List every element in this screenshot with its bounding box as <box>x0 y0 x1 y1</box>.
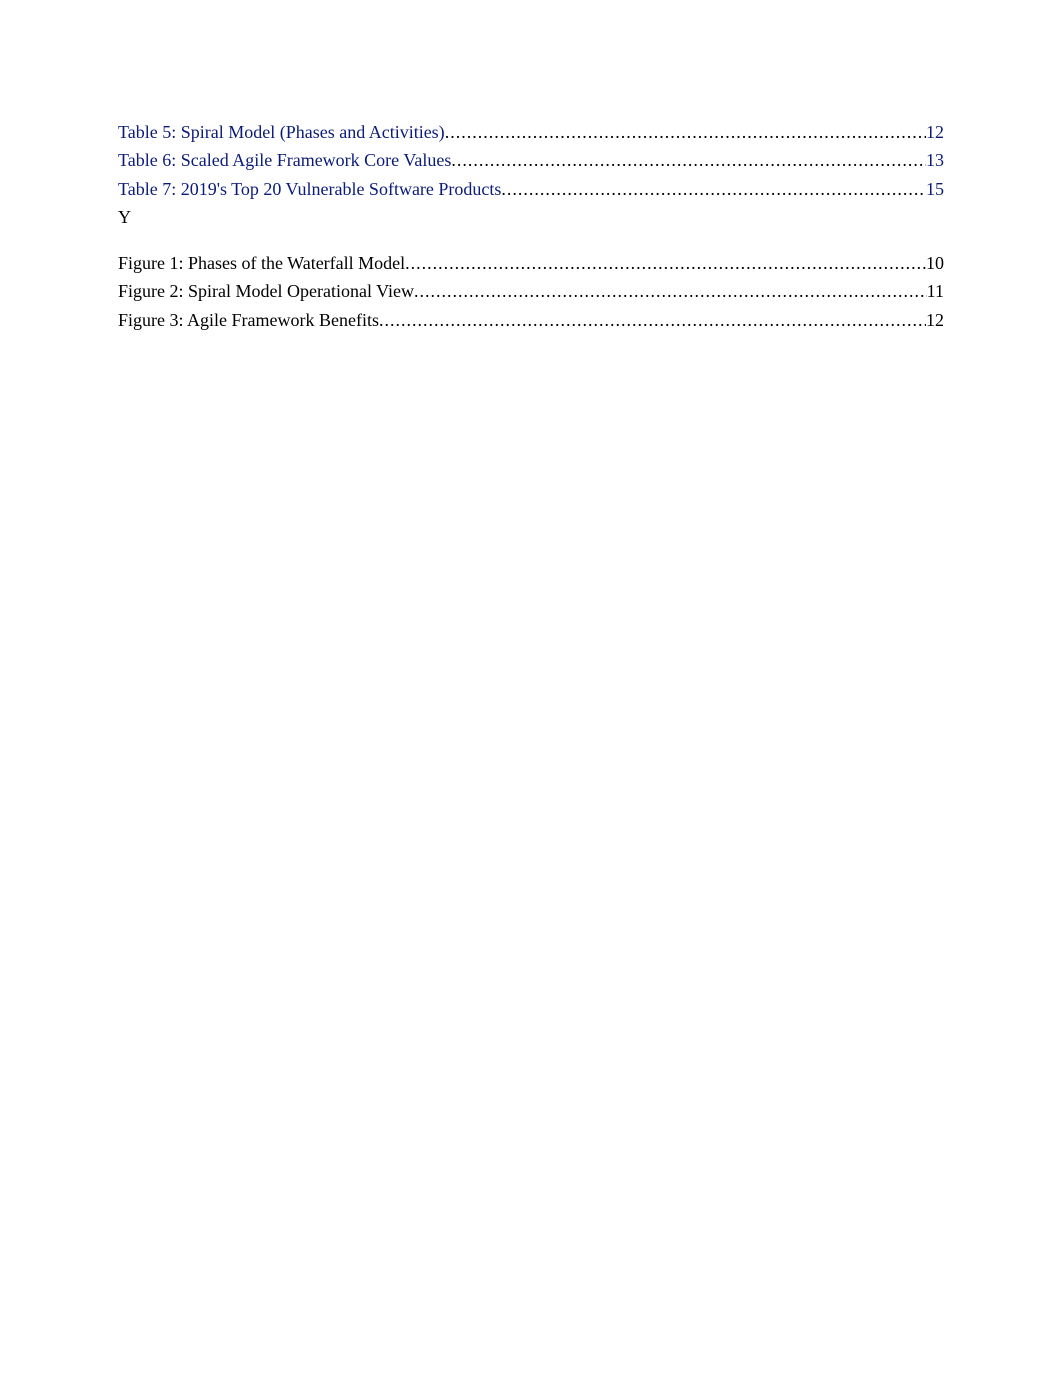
toc-entry-title[interactable]: Table 7: 2019's Top 20 Vulnerable Softwa… <box>118 177 501 201</box>
toc-entry-title: Figure 3: Agile Framework Benefits <box>118 308 379 332</box>
toc-entry-figure-3: Figure 3: Agile Framework Benefits .....… <box>118 308 944 332</box>
toc-entry-leader: ........................................… <box>501 177 926 201</box>
toc-entry-leader: ........................................… <box>379 308 926 332</box>
toc-entry-leader: ........................................… <box>451 148 926 172</box>
toc-entry-leader: ........................................… <box>405 251 926 275</box>
toc-entry-title: Figure 2: Spiral Model Operational View <box>118 279 414 303</box>
toc-entry-figure-2: Figure 2: Spiral Model Operational View … <box>118 279 944 303</box>
stray-text: Y <box>118 205 944 229</box>
toc-entry-leader: ........................................… <box>414 279 927 303</box>
toc-entry-title: Figure 1: Phases of the Waterfall Model <box>118 251 405 275</box>
toc-entry-leader: ........................................… <box>445 120 926 144</box>
toc-entry-table-6: Table 6: Scaled Agile Framework Core Val… <box>118 148 944 172</box>
toc-entry-page: 12 <box>926 308 944 332</box>
toc-entry-figure-1: Figure 1: Phases of the Waterfall Model … <box>118 251 944 275</box>
toc-entry-page: 10 <box>926 251 944 275</box>
toc-entry-table-7: Table 7: 2019's Top 20 Vulnerable Softwa… <box>118 177 944 201</box>
tables-list: Table 5: Spiral Model (Phases and Activi… <box>118 120 944 201</box>
figures-list: Figure 1: Phases of the Waterfall Model … <box>118 251 944 332</box>
toc-entry-title[interactable]: Table 5: Spiral Model (Phases and Activi… <box>118 120 445 144</box>
toc-entry-page: 11 <box>927 279 944 303</box>
toc-entry-page[interactable]: 12 <box>926 120 944 144</box>
toc-entry-page[interactable]: 15 <box>926 177 944 201</box>
toc-entry-title[interactable]: Table 6: Scaled Agile Framework Core Val… <box>118 148 451 172</box>
toc-entry-page[interactable]: 13 <box>926 148 944 172</box>
toc-entry-table-5: Table 5: Spiral Model (Phases and Activi… <box>118 120 944 144</box>
